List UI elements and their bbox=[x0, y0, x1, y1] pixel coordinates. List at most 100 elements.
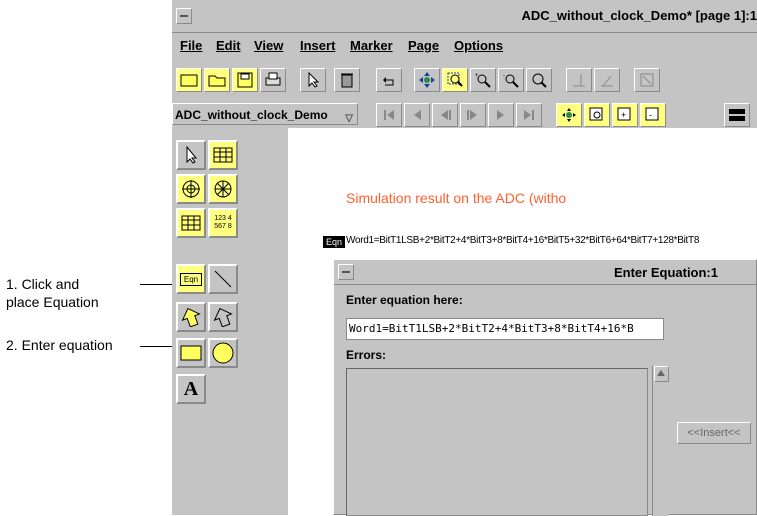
palette-crosshair-tool[interactable] bbox=[176, 174, 206, 204]
menu-options[interactable]: Options bbox=[454, 38, 503, 53]
palette-arrow-up-tool[interactable] bbox=[176, 302, 206, 332]
callout-step1-line1: 1. Click and bbox=[6, 276, 80, 292]
zoom-page-out-button[interactable]: - bbox=[640, 103, 666, 127]
line-icon bbox=[214, 270, 232, 288]
prev-page-button[interactable] bbox=[404, 103, 430, 127]
menu-insert[interactable]: Insert bbox=[300, 38, 335, 53]
numeric-tool-label-top: 123 4 bbox=[214, 215, 232, 222]
save-button[interactable] bbox=[232, 68, 258, 92]
document-select-value: ADC_without_clock_Demo bbox=[175, 108, 328, 122]
menu-bar: File Edit View Insert Marker Page Option… bbox=[172, 33, 757, 59]
view-all-icon bbox=[562, 108, 576, 122]
equation-input[interactable]: Word1=BitT1LSB+2*BitT2+4*BitT3+8*BitT4+1… bbox=[346, 318, 664, 340]
bus-display-button[interactable] bbox=[724, 103, 750, 127]
last-page-button[interactable] bbox=[516, 103, 542, 127]
menu-view[interactable]: View bbox=[254, 38, 283, 53]
tool-palette: 123 4 567 8 Eqn A bbox=[172, 128, 286, 515]
palette-grid-tool[interactable] bbox=[176, 208, 206, 238]
palette-equation-tool[interactable]: Eqn bbox=[176, 264, 206, 294]
palette-rectangle-tool[interactable] bbox=[176, 338, 206, 368]
palette-ellipse-tool[interactable] bbox=[208, 338, 238, 368]
step-forward-button[interactable] bbox=[460, 103, 486, 127]
delete-button[interactable] bbox=[334, 68, 360, 92]
select-arrow-button[interactable] bbox=[300, 68, 326, 92]
undo-button[interactable] bbox=[376, 68, 402, 92]
marker-box-button[interactable] bbox=[634, 68, 660, 92]
grid-icon bbox=[181, 215, 201, 231]
svg-text:+: + bbox=[475, 73, 479, 79]
navigation-toolbar: ADC_without_clock_Demo ▽ + - bbox=[172, 99, 757, 131]
equation-display[interactable]: Word1=BitT1LSB+2*BitT2+4*BitT3+8*BitT4+1… bbox=[346, 235, 699, 246]
dialog-menu-button[interactable] bbox=[338, 264, 354, 280]
insert-button[interactable]: <<Insert<< bbox=[677, 422, 751, 444]
enter-equation-dialog: Enter Equation:1 Enter equation here: Wo… bbox=[333, 259, 757, 516]
open-button[interactable] bbox=[204, 68, 230, 92]
window-menu-button[interactable] bbox=[176, 8, 192, 24]
errors-scrollbar[interactable] bbox=[652, 366, 669, 516]
zoom-in-icon: + bbox=[475, 73, 491, 88]
svg-text:-: - bbox=[649, 110, 652, 120]
menu-page[interactable]: Page bbox=[408, 38, 439, 53]
equation-tool-label: Eqn bbox=[179, 272, 203, 286]
palette-numeric-tool[interactable]: 123 4 567 8 bbox=[208, 208, 238, 238]
rectangle-icon bbox=[180, 345, 202, 361]
errors-box bbox=[346, 368, 648, 516]
slope-marker-icon bbox=[601, 75, 613, 87]
zoom-page-out-icon: - bbox=[645, 107, 659, 121]
zoom-page-in-button[interactable]: + bbox=[612, 103, 638, 127]
marker-line-button[interactable] bbox=[566, 68, 592, 92]
zoom-region-button[interactable] bbox=[584, 103, 610, 127]
main-toolbar: + - bbox=[172, 64, 757, 96]
equation-tag[interactable]: Eqn bbox=[323, 236, 345, 248]
view-all-button[interactable] bbox=[556, 103, 582, 127]
box-marker-icon bbox=[640, 73, 654, 87]
menu-edit[interactable]: Edit bbox=[216, 38, 241, 53]
vertical-marker-icon bbox=[573, 74, 585, 87]
svg-text:-: - bbox=[503, 73, 505, 79]
palette-table-tool[interactable] bbox=[208, 140, 238, 170]
zoom-out-icon: - bbox=[503, 73, 519, 88]
menu-marker[interactable]: Marker bbox=[350, 38, 393, 53]
first-page-icon bbox=[384, 110, 394, 120]
palette-select-tool[interactable] bbox=[176, 140, 206, 170]
callout-step1-line2: place Equation bbox=[6, 294, 99, 310]
palette-polar-tool[interactable] bbox=[208, 174, 238, 204]
scroll-up-arrow-icon[interactable] bbox=[654, 366, 669, 382]
move-arrows-icon bbox=[419, 72, 435, 88]
step-back-icon bbox=[441, 110, 451, 120]
arrow-outline-icon bbox=[213, 307, 233, 327]
zoom-area-icon bbox=[447, 72, 463, 87]
marker-slope-button[interactable] bbox=[594, 68, 620, 92]
callout-step2: 2. Enter equation bbox=[6, 337, 113, 353]
palette-line-tool[interactable] bbox=[208, 264, 238, 294]
zoom-in-button[interactable]: + bbox=[470, 68, 496, 92]
pan-button[interactable] bbox=[414, 68, 440, 92]
crosshair-icon bbox=[182, 180, 200, 198]
undo-icon bbox=[383, 77, 394, 86]
zoom-fit-icon bbox=[532, 73, 547, 88]
prev-page-icon bbox=[414, 110, 421, 120]
dropdown-arrow-icon: ▽ bbox=[345, 113, 353, 124]
new-file-icon bbox=[180, 74, 198, 87]
palette-text-tool[interactable]: A bbox=[176, 374, 206, 404]
zoom-page-in-icon: + bbox=[617, 107, 631, 121]
table-icon bbox=[213, 147, 233, 163]
first-page-button[interactable] bbox=[376, 103, 402, 127]
zoom-fit-button[interactable] bbox=[526, 68, 552, 92]
next-page-button[interactable] bbox=[488, 103, 514, 127]
enter-equation-label: Enter equation here: bbox=[346, 293, 463, 307]
zoom-area-button[interactable] bbox=[442, 68, 468, 92]
new-button[interactable] bbox=[176, 68, 202, 92]
palette-arrow-outline-tool[interactable] bbox=[208, 302, 238, 332]
last-page-icon bbox=[524, 110, 534, 120]
polar-grid-icon bbox=[214, 180, 232, 198]
pointer-icon bbox=[186, 146, 198, 164]
simulation-title: Simulation result on the ADC (witho bbox=[346, 190, 567, 206]
print-button[interactable] bbox=[260, 68, 286, 92]
zoom-region-icon bbox=[589, 107, 603, 121]
zoom-out-button[interactable]: - bbox=[498, 68, 524, 92]
errors-label: Errors: bbox=[346, 348, 387, 362]
document-select[interactable]: ADC_without_clock_Demo ▽ bbox=[172, 103, 358, 125]
menu-file[interactable]: File bbox=[180, 38, 202, 53]
step-back-button[interactable] bbox=[432, 103, 458, 127]
